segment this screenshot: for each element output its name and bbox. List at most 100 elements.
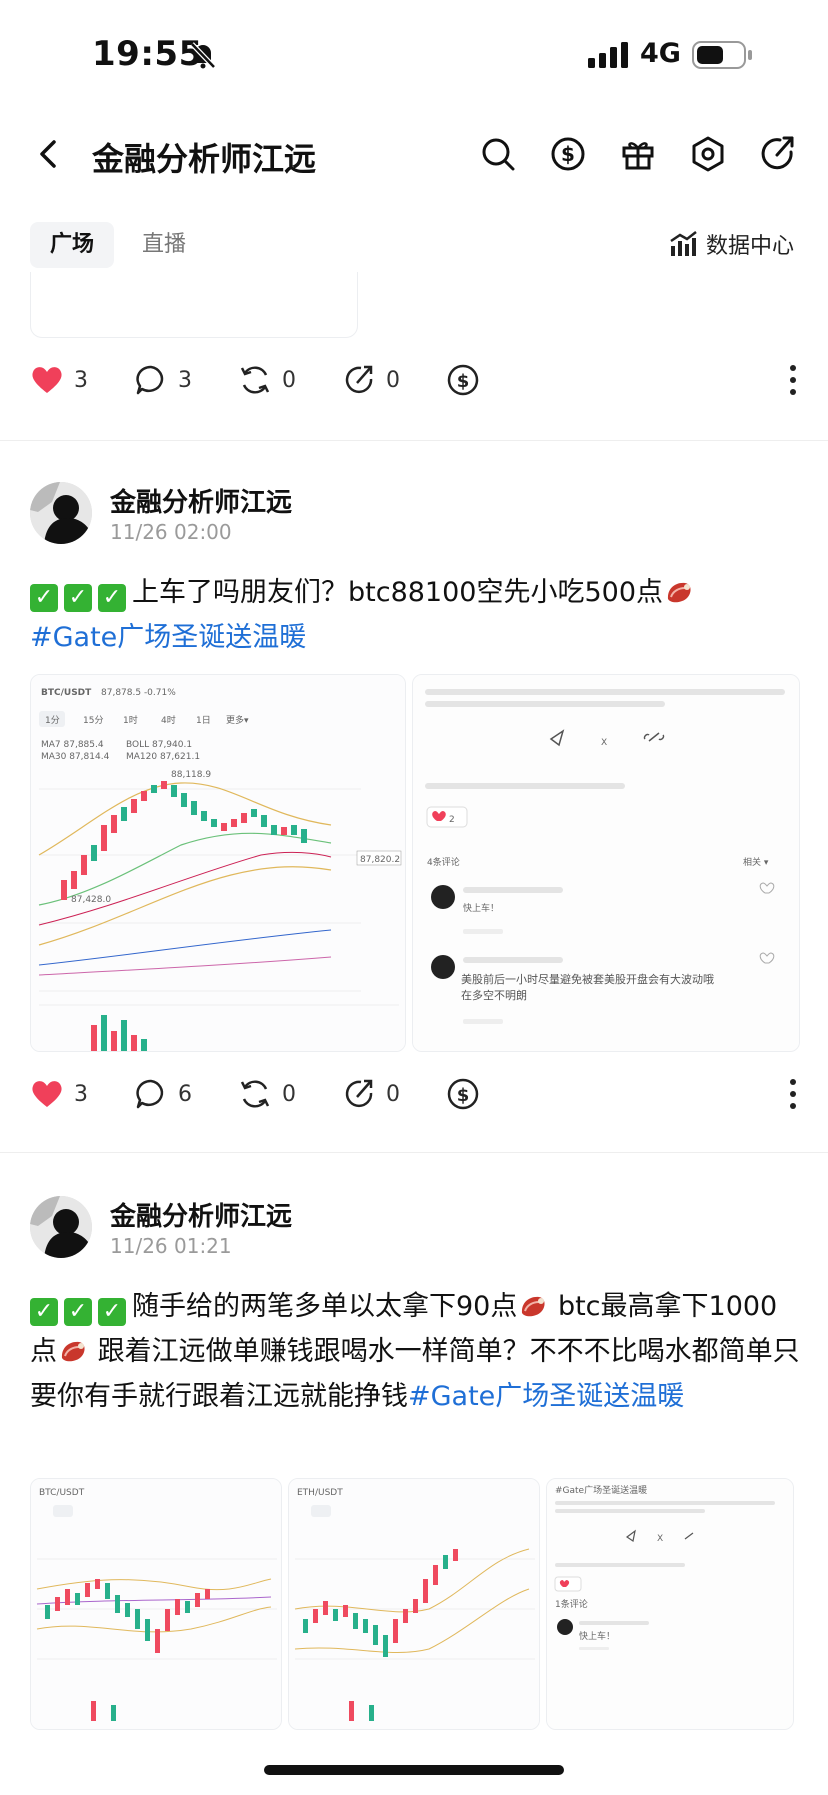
post-text: 随手给的两笔多单以太拿下90点 xyxy=(132,1291,518,1322)
comment-1: 快上车！ xyxy=(579,1630,615,1642)
page-title: 金融分析师江远 xyxy=(92,140,317,178)
last-price-label: 87,820.2 xyxy=(360,855,400,865)
heart-icon xyxy=(32,367,62,393)
app-header: 金融分析师江远 $ xyxy=(0,120,828,192)
post-actions: 3 6 0 0 $ xyxy=(30,1072,800,1116)
svg-text:相关 ▾: 相关 ▾ xyxy=(743,856,769,868)
dollar-coin-icon[interactable]: $ xyxy=(548,134,588,174)
hashtag-label: #Gate广场圣诞送温暖 xyxy=(555,1484,647,1496)
data-center-label: 数据中心 xyxy=(705,234,794,259)
share-icon xyxy=(345,1079,373,1108)
pair-label: ETH/USDT xyxy=(297,1488,343,1498)
check-icon: ✓ xyxy=(64,1298,92,1326)
comment-count: 6 xyxy=(178,1081,192,1107)
svg-text:更多▾: 更多▾ xyxy=(226,714,249,726)
comment-1: 快上车！ xyxy=(463,902,499,914)
chart-icon xyxy=(670,231,697,256)
low-label: 87,428.0 xyxy=(71,895,111,905)
post-content: ✓ ✓ ✓ 随手给的两笔多单以太拿下90点 btc最高拿下1000点 跟着江远做单赚钱… xyxy=(30,1284,800,1419)
post-images: BTC/USDT 87,878.5 -0.71% 1分 15分 1时 4时 1日 更多▾ … xyxy=(30,674,800,1052)
comment-button[interactable]: 3 xyxy=(134,358,192,402)
author-name[interactable]: 金融分析师江远 xyxy=(110,1196,292,1233)
svg-text:X: X xyxy=(657,1534,663,1544)
post-content: ✓ ✓ ✓ 上车了吗朋友们？btc88100空先小吃500点 #Gate广场圣诞送温暖 xyxy=(30,570,800,660)
svg-text:4时: 4时 xyxy=(161,714,176,726)
home-indicator[interactable] xyxy=(264,1765,564,1775)
tab-bar: 广场 直播 数据中心 xyxy=(0,216,828,272)
svg-text:MA7 87,885.4: MA7 87,885.4 xyxy=(41,740,104,750)
mute-bell-icon xyxy=(190,42,216,69)
post-text: 上车了吗朋友们？btc88100空先小吃500点 xyxy=(132,577,663,608)
high-label: 88,118.9 xyxy=(171,770,211,780)
comment-icon xyxy=(136,365,164,395)
chart-screenshot[interactable]: BTC/USDT 87,878.5 -0.71% 1分 15分 1时 4时 1日 更多▾ … xyxy=(30,674,406,1052)
meat-emoji-icon xyxy=(522,1296,545,1317)
tip-button[interactable]: $ xyxy=(446,358,480,402)
svg-text:$: $ xyxy=(561,142,575,166)
chart-screenshot[interactable]: ETH/USDT xyxy=(288,1478,540,1730)
author-name[interactable]: 金融分析师江远 xyxy=(110,482,292,519)
share-icon[interactable] xyxy=(758,134,798,174)
more-options-icon[interactable] xyxy=(786,1074,800,1114)
avatar[interactable] xyxy=(30,482,92,544)
comment-count: 3 xyxy=(178,367,192,393)
repost-button[interactable]: 0 xyxy=(238,1072,296,1116)
tab-live[interactable]: 直播 xyxy=(122,222,206,268)
hashtag-link[interactable]: #Gate广场圣诞送温暖 xyxy=(408,1381,684,1412)
repost-button[interactable]: 0 xyxy=(238,358,296,402)
repost-icon xyxy=(240,1080,270,1108)
share-count: 0 xyxy=(386,367,400,393)
avatar[interactable] xyxy=(30,1196,92,1258)
more-options-icon[interactable] xyxy=(786,360,800,400)
comment-icon xyxy=(136,1079,164,1109)
comment-count-label: 1条评论 xyxy=(555,1598,588,1610)
status-bar: 19:55 4G xyxy=(0,0,828,110)
pair-label: BTC/USDT xyxy=(41,688,92,698)
repost-icon xyxy=(240,366,270,394)
post-time: 11/26 01:21 xyxy=(110,1234,232,1258)
meat-emoji-icon xyxy=(667,582,691,603)
gift-icon[interactable] xyxy=(618,134,658,174)
svg-text:15分: 15分 xyxy=(83,715,103,726)
network-type: 4G xyxy=(640,38,681,69)
share-icon xyxy=(345,365,373,394)
meat-emoji-icon xyxy=(61,1341,85,1362)
status-time: 19:55 xyxy=(92,34,203,74)
svg-text:2: 2 xyxy=(449,815,455,825)
svg-text:1日: 1日 xyxy=(196,715,211,726)
svg-text:1分: 1分 xyxy=(45,715,60,726)
like-button[interactable]: 3 xyxy=(30,1072,88,1116)
previous-post-image[interactable] xyxy=(30,272,358,338)
chart-screenshot[interactable]: BTC/USDT xyxy=(30,1478,282,1730)
post-time: 11/26 02:00 xyxy=(110,520,232,544)
share-count: 0 xyxy=(386,1081,400,1107)
comments-screenshot[interactable]: #Gate广场圣诞送温暖 X 1条评论 快上车！ xyxy=(546,1478,794,1730)
comment-button[interactable]: 6 xyxy=(134,1072,192,1116)
back-icon[interactable] xyxy=(30,134,66,174)
search-icon[interactable] xyxy=(478,134,518,174)
heart-icon xyxy=(32,1081,62,1107)
share-button[interactable]: 0 xyxy=(342,1072,400,1116)
data-center-link[interactable]: 数据中心 xyxy=(668,228,794,260)
check-icon: ✓ xyxy=(30,1298,58,1326)
svg-text:MA30 87,814.4: MA30 87,814.4 xyxy=(41,752,110,762)
divider xyxy=(0,1152,828,1153)
dollar-coin-icon: $ xyxy=(447,1078,479,1110)
price-label: 87,878.5 -0.71% xyxy=(101,688,176,698)
divider xyxy=(0,440,828,441)
post-header: 金融分析师江远 11/26 01:21 xyxy=(30,1196,730,1266)
check-icon: ✓ xyxy=(64,584,92,612)
battery-icon xyxy=(692,41,752,69)
like-button[interactable]: 3 xyxy=(30,358,88,402)
hashtag-link[interactable]: #Gate广场圣诞送温暖 xyxy=(30,622,306,653)
comments-screenshot[interactable]: X 2 4条评论 相关 ▾ 快上车！ 美股前后一小时尽量避免被套美股开盘会有大波… xyxy=(412,674,800,1052)
tab-plaza[interactable]: 广场 xyxy=(30,222,115,268)
share-button[interactable]: 0 xyxy=(342,358,400,402)
check-icon: ✓ xyxy=(30,584,58,612)
check-icon: ✓ xyxy=(98,584,126,612)
settings-icon[interactable] xyxy=(688,134,728,174)
tip-button[interactable]: $ xyxy=(446,1072,480,1116)
post-header: 金融分析师江远 11/26 02:00 xyxy=(30,482,730,552)
like-count: 3 xyxy=(74,367,88,393)
svg-text:$: $ xyxy=(457,371,470,392)
